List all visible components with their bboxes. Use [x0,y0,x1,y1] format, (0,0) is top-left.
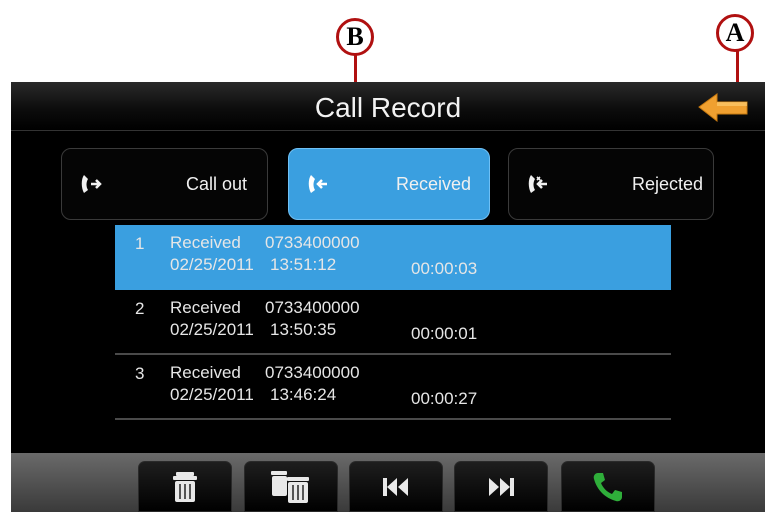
record-duration: 00:00:27 [411,389,478,408]
tab-call-out-label: Call out [185,174,247,194]
page-title: Call Record [314,92,462,123]
list-item[interactable]: 3 Received 0733400000 02/25/2011 13:46:2… [115,355,671,420]
tab-rejected-label: Rejected [631,174,703,194]
record-date: 02/25/2011 [170,255,254,274]
record-time: 13:46:24 [270,385,337,404]
tab-received[interactable]: Received [288,148,490,220]
next-button[interactable] [454,461,548,512]
call-record-list: 1 Received 0733400000 02/25/2011 13:51:1… [115,225,671,420]
record-index: 1 [135,234,145,253]
call-rejected-icon [528,175,547,193]
list-item[interactable]: 2 Received 0733400000 02/25/2011 13:50:3… [115,290,671,355]
list-item[interactable]: 1 Received 0733400000 02/25/2011 13:51:1… [115,225,671,290]
record-duration: 00:00:01 [411,324,478,343]
tab-rejected[interactable]: Rejected [508,148,714,220]
record-index: 3 [135,364,145,383]
record-type: Received [170,233,241,252]
tab-received-label: Received [395,174,471,194]
phone-call-icon [593,472,622,501]
callout-b: B [336,18,374,56]
callout-a: A [716,14,754,52]
record-type: Received [170,298,241,317]
trash-icon [173,471,197,502]
delete-all-button[interactable] [244,461,338,512]
record-duration: 00:00:03 [411,259,478,278]
record-number: 0733400000 [265,233,360,252]
record-number: 0733400000 [265,363,360,382]
device-screen: Call Record Call out Received Rejected 1… [11,82,765,512]
record-index: 2 [135,299,145,318]
delete-button[interactable] [138,461,232,512]
record-number: 0733400000 [265,298,360,317]
next-icon [489,477,514,496]
title-bar: Call Record [11,82,765,131]
bottom-toolbar [11,453,765,512]
back-arrow-icon [698,93,748,123]
delete-all-icon [271,470,309,503]
call-received-icon [308,175,327,193]
record-type: Received [170,363,241,382]
call-button[interactable] [561,461,655,512]
record-date: 02/25/2011 [170,385,254,404]
previous-icon [383,477,408,496]
previous-button[interactable] [349,461,443,512]
tab-call-out[interactable]: Call out [61,148,268,220]
record-time: 13:51:12 [270,255,337,274]
call-out-icon [81,175,102,193]
back-button[interactable] [697,92,749,123]
record-date: 02/25/2011 [170,320,254,339]
record-time: 13:50:35 [270,320,337,339]
